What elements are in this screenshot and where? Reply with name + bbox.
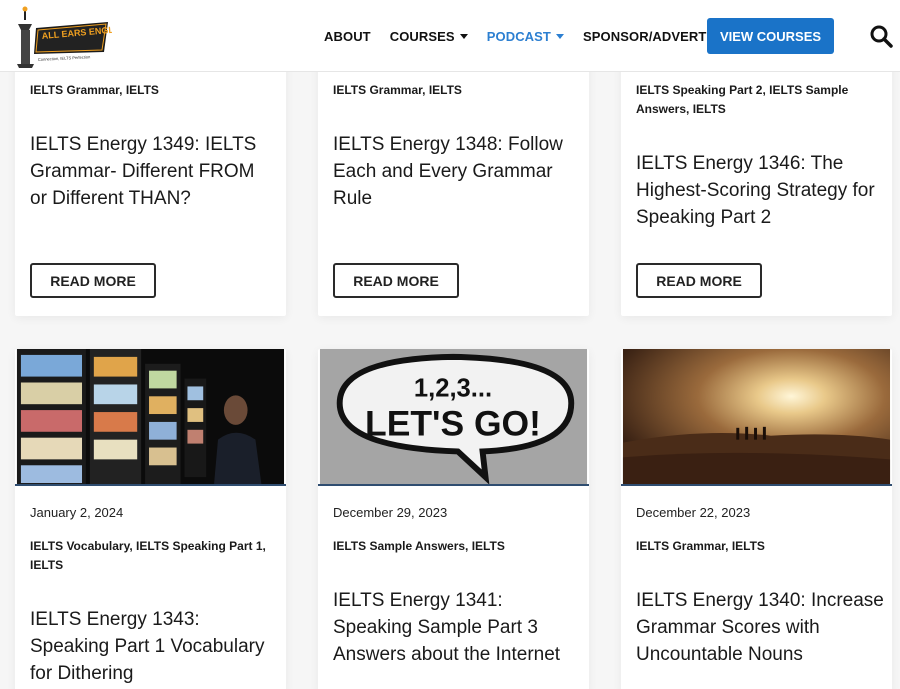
post-title[interactable]: IELTS Energy 1343: Speaking Part 1 Vocab… (30, 606, 278, 687)
nav-courses[interactable]: Courses (390, 29, 468, 44)
nav-podcast[interactable]: Podcast (487, 29, 564, 44)
post-card: IELTS Grammar, IELTS IELTS Energy 1349: … (15, 40, 286, 316)
image-text-top: 1,2,3... (414, 374, 492, 402)
logo-tagline: Connection, IELTS Perfection (38, 54, 91, 62)
post-card: IELTS Speaking Part 2, IELTS Sample Answ… (621, 40, 892, 316)
post-categories[interactable]: IELTS Grammar, IELTS (636, 537, 881, 556)
view-courses-button[interactable]: View Courses (707, 18, 834, 54)
read-more-button[interactable]: Read More (30, 263, 156, 298)
post-title[interactable]: IELTS Energy 1349: IELTS Grammar- Differ… (30, 131, 275, 212)
post-thumbnail[interactable]: 1,2,3... LET'S GO! (318, 349, 589, 486)
post-title[interactable]: IELTS Energy 1348: Follow Each and Every… (333, 131, 568, 212)
post-thumbnail[interactable] (15, 349, 286, 486)
nav-podcast-label: Podcast (486, 28, 551, 44)
post-title[interactable]: IELTS Energy 1341: Speaking Sample Part … (333, 587, 581, 668)
post-date: December 22, 2023 (636, 505, 751, 520)
chevron-down-icon (555, 34, 564, 39)
chevron-down-icon (459, 34, 468, 39)
statue-logo-icon: ALL EARS ENGLISH Connection, IELTS Perfe… (17, 6, 129, 68)
nav-courses-label: Courses (389, 28, 455, 44)
nav-sponsor-label: Sponsor/Advertise (582, 28, 728, 44)
post-date: December 29, 2023 (333, 505, 448, 520)
post-categories[interactable]: IELTS Vocabulary, IELTS Speaking Part 1,… (30, 537, 275, 575)
post-date: January 2, 2024 (30, 505, 124, 520)
post-categories[interactable]: IELTS Sample Answers, IELTS (333, 537, 578, 556)
post-categories[interactable]: IELTS Grammar, IELTS (333, 81, 573, 100)
site-logo[interactable]: ALL EARS ENGLISH Connection, IELTS Perfe… (12, 4, 129, 68)
post-title[interactable]: IELTS Energy 1346: The Highest-Scoring S… (636, 150, 884, 231)
post-categories[interactable]: IELTS Grammar, IELTS (30, 81, 270, 100)
post-thumbnail[interactable] (621, 349, 892, 486)
post-card: December 22, 2023 IELTS Grammar, IELTS I… (621, 349, 892, 689)
post-card: January 2, 2024 IELTS Vocabulary, IELTS … (15, 349, 286, 689)
main-nav: About Courses Podcast Sponsor/Advertise (324, 0, 747, 72)
nav-sponsor[interactable]: Sponsor/Advertise (583, 29, 728, 44)
post-title[interactable]: IELTS Energy 1340: Increase Grammar Scor… (636, 587, 884, 668)
nav-about-label: About (324, 28, 371, 44)
read-more-button[interactable]: Read More (636, 263, 762, 298)
post-card: 1,2,3... LET'S GO! December 29, 2023 IEL… (318, 349, 589, 689)
nav-about[interactable]: About (324, 29, 371, 44)
image-text-bottom: LET'S GO! (365, 404, 541, 444)
site-header: ALL EARS ENGLISH Connection, IELTS Perfe… (0, 0, 900, 72)
read-more-button[interactable]: Read More (333, 263, 459, 298)
post-categories[interactable]: IELTS Speaking Part 2, IELTS Sample Answ… (636, 81, 876, 119)
post-card: IELTS Grammar, IELTS IELTS Energy 1348: … (318, 40, 589, 316)
search-icon[interactable] (869, 24, 893, 48)
